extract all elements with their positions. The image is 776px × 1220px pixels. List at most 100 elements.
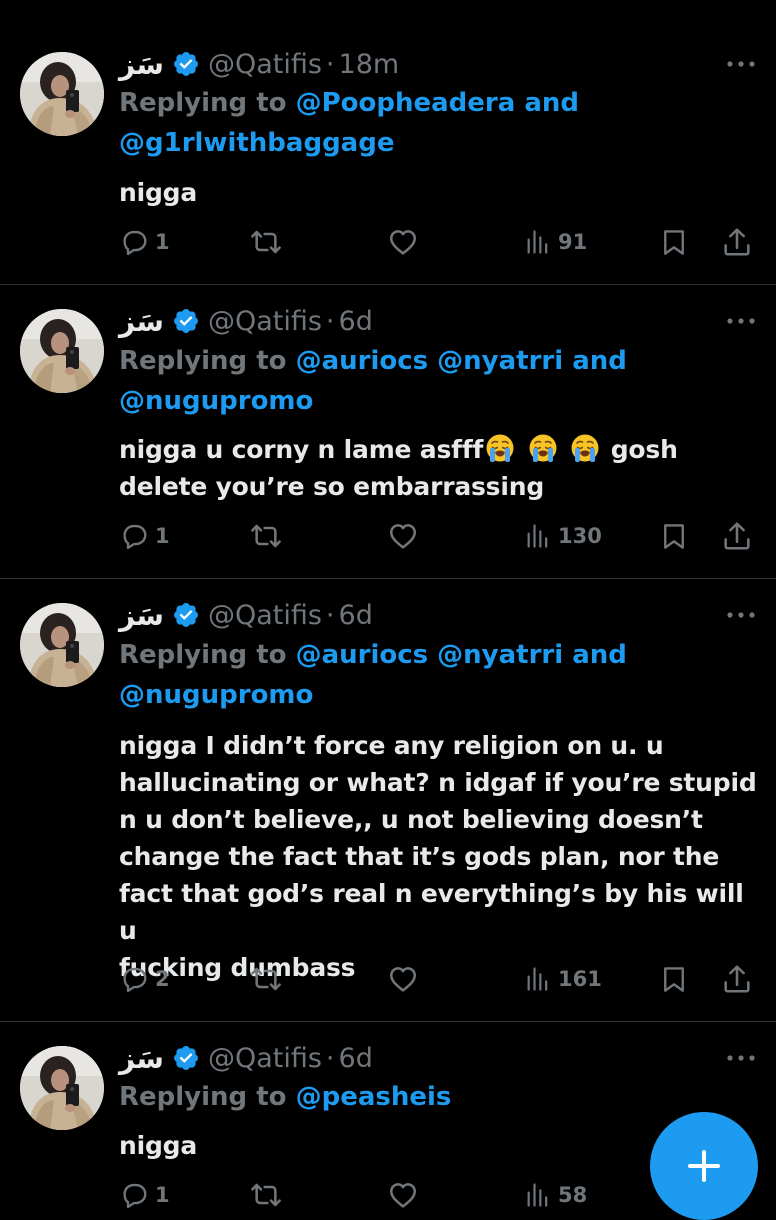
more-options-icon[interactable] (726, 317, 756, 325)
loudly-crying-face-icon (570, 433, 600, 463)
avatar[interactable] (20, 603, 104, 687)
repost-icon (250, 226, 282, 258)
views-button[interactable]: 58 (524, 1177, 587, 1213)
repost-button[interactable] (250, 1177, 282, 1213)
views-icon (524, 1181, 552, 1209)
views-count: 161 (558, 967, 602, 991)
views-icon (524, 965, 552, 993)
replying-label: Replying to (119, 1082, 287, 1112)
tweet-text: nigga I didn’t force any religion on u. … (119, 727, 764, 986)
reply-count: 1 (155, 1183, 170, 1207)
reply-button[interactable]: 1 (119, 518, 170, 554)
share-button[interactable] (721, 518, 753, 554)
like-button[interactable] (387, 224, 419, 260)
views-count: 91 (558, 230, 588, 254)
user-handle[interactable]: @Qatifis (208, 306, 322, 337)
reply-count: 1 (155, 524, 170, 548)
views-button[interactable]: 130 (524, 518, 602, 554)
reply-button[interactable]: 2 (119, 961, 170, 997)
mention-link[interactable]: @auriocs @nyatrri (296, 640, 564, 670)
share-button[interactable] (721, 961, 753, 997)
repost-icon (250, 520, 282, 552)
repost-button[interactable] (250, 961, 282, 997)
action-bar: 1 91 (119, 224, 759, 260)
timestamp[interactable]: 18m (339, 49, 400, 80)
display-name[interactable]: سَز (119, 599, 164, 632)
repost-button[interactable] (250, 224, 282, 260)
bookmark-button[interactable] (659, 224, 689, 260)
separator-dot: · (325, 599, 335, 631)
like-button[interactable] (387, 1177, 419, 1213)
display-name[interactable]: سَز (119, 305, 164, 338)
like-button[interactable] (387, 961, 419, 997)
more-options-icon[interactable] (726, 1054, 756, 1062)
replying-to: Replying to @auriocs @nyatrri and @nugup… (119, 635, 759, 715)
heart-icon (387, 963, 419, 995)
user-handle[interactable]: @Qatifis (208, 49, 322, 80)
repost-icon (250, 1179, 282, 1211)
heart-icon (387, 1179, 419, 1211)
tweet-header: سَز @Qatifis · 6d (119, 595, 373, 635)
mention-link[interactable]: @nugupromo (119, 386, 313, 416)
repost-button[interactable] (250, 518, 282, 554)
more-options-icon[interactable] (726, 60, 756, 68)
separator-dot: · (325, 305, 335, 337)
views-button[interactable]: 91 (524, 224, 587, 260)
tweet-text-line: nigga I didn’t force any religion on u. … (119, 731, 664, 760)
timestamp[interactable]: 6d (339, 1043, 373, 1074)
reply-icon (119, 227, 149, 257)
verified-badge-icon (172, 1044, 200, 1072)
tweet-header: سَز @Qatifis · 6d (119, 301, 373, 341)
reply-icon (119, 1180, 149, 1210)
tweet[interactable]: سَز @Qatifis · 18m Replying to @Poophead… (0, 0, 776, 280)
verified-badge-icon (172, 307, 200, 335)
tweet-text-line: fact that god’s real n everything’s by h… (119, 879, 744, 945)
display-name[interactable]: سَز (119, 1042, 164, 1075)
mention-and[interactable]: and (572, 640, 627, 670)
bookmark-button[interactable] (659, 518, 689, 554)
compose-button[interactable] (650, 1112, 758, 1220)
separator-dot: · (325, 1042, 335, 1074)
mention-link[interactable]: @auriocs @nyatrri (296, 346, 564, 376)
reply-count: 2 (155, 967, 170, 991)
reply-icon (119, 964, 149, 994)
views-icon (524, 228, 552, 256)
like-button[interactable] (387, 518, 419, 554)
timestamp[interactable]: 6d (339, 600, 373, 631)
bookmark-button[interactable] (659, 961, 689, 997)
mention-link[interactable]: @Poopheadera (296, 88, 516, 118)
avatar[interactable] (20, 1046, 104, 1130)
verified-badge-icon (172, 50, 200, 78)
mention-link[interactable]: @g1rlwithbaggage (119, 128, 394, 158)
separator-dot: · (325, 48, 335, 80)
tweet-header: سَز @Qatifis · 18m (119, 44, 399, 84)
replying-label: Replying to (119, 88, 287, 118)
replying-to: Replying to @Poopheadera and @g1rlwithba… (119, 83, 759, 163)
user-handle[interactable]: @Qatifis (208, 1043, 322, 1074)
reply-button[interactable]: 1 (119, 224, 170, 260)
reply-count: 1 (155, 230, 170, 254)
mention-link[interactable]: @peasheis (296, 1082, 452, 1112)
heart-icon (387, 226, 419, 258)
tweet[interactable]: سَز @Qatifis · 6d Replying to @auriocs @… (0, 285, 776, 578)
share-icon (721, 520, 753, 552)
display-name[interactable]: سَز (119, 48, 164, 81)
bookmark-icon (659, 227, 689, 257)
tweet-text-line: hallucinating or what? n idgaf if you’re… (119, 768, 757, 797)
heart-icon (387, 520, 419, 552)
mention-link[interactable]: @nugupromo (119, 680, 313, 710)
mention-and[interactable]: and (572, 346, 627, 376)
plus-icon (688, 1150, 720, 1182)
timestamp[interactable]: 6d (339, 306, 373, 337)
share-button[interactable] (721, 224, 753, 260)
views-button[interactable]: 161 (524, 961, 602, 997)
avatar[interactable] (20, 52, 104, 136)
share-icon (721, 963, 753, 995)
avatar[interactable] (20, 309, 104, 393)
tweet[interactable]: سَز @Qatifis · 6d Replying to @auriocs @… (0, 579, 776, 1021)
action-bar: 1 130 (119, 518, 759, 554)
user-handle[interactable]: @Qatifis (208, 600, 322, 631)
mention-and[interactable]: and (524, 88, 579, 118)
more-options-icon[interactable] (726, 611, 756, 619)
reply-button[interactable]: 1 (119, 1177, 170, 1213)
